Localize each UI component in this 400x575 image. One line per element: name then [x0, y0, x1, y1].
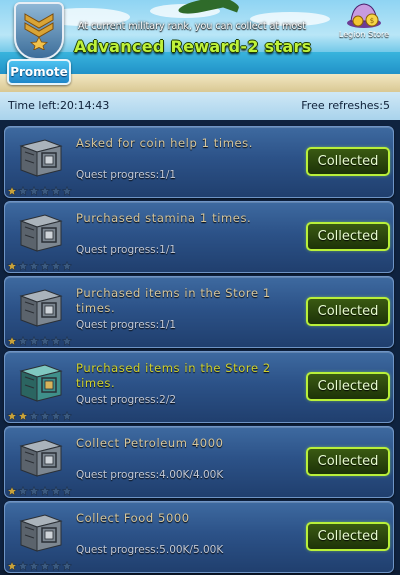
- legion-store-button[interactable]: $ Legion Store: [333, 0, 395, 44]
- star-rating: [7, 481, 73, 496]
- promote-button[interactable]: Promote: [7, 59, 71, 85]
- quest-card: Asked for coin help 1 times. Quest progr…: [4, 126, 394, 198]
- quest-card: Purchased items in the Store 1 times. Qu…: [4, 276, 394, 348]
- star-rating: [7, 556, 73, 571]
- svg-text:$: $: [370, 17, 374, 25]
- collected-button[interactable]: Collected: [306, 222, 390, 251]
- teal-crate-icon: [15, 361, 65, 405]
- star-empty-icon: [18, 261, 28, 271]
- star-empty-icon: [18, 486, 28, 496]
- legion-store-icon: $: [347, 3, 381, 28]
- star-empty-icon: [62, 411, 72, 421]
- star-empty-icon: [29, 186, 39, 196]
- star-empty-icon: [51, 486, 61, 496]
- quest-progress: Quest progress:2/2: [76, 394, 177, 406]
- star-empty-icon: [51, 411, 61, 421]
- star-empty-icon: [62, 336, 72, 346]
- header-banner: Promote At current military rank, you ca…: [0, 0, 400, 92]
- time-left: Time left:20:14:43: [8, 99, 110, 112]
- star-empty-icon: [62, 186, 72, 196]
- collected-button[interactable]: Collected: [306, 372, 390, 401]
- star-empty-icon: [18, 186, 28, 196]
- star-rating: [7, 256, 73, 271]
- gray-crate-icon: [15, 211, 65, 255]
- gray-crate-icon: [15, 136, 65, 180]
- star-empty-icon: [29, 336, 39, 346]
- star-empty-icon: [29, 411, 39, 421]
- quest-list[interactable]: Asked for coin help 1 times. Quest progr…: [0, 120, 400, 573]
- quest-progress: Quest progress:1/1: [76, 244, 177, 256]
- quest-title: Collect Petroleum 4000: [76, 436, 224, 450]
- gray-crate-icon: [15, 286, 65, 330]
- gray-crate-icon: [15, 436, 65, 480]
- quest-progress: Quest progress:1/1: [76, 169, 177, 181]
- reward-title: Advanced Reward-2 stars: [74, 37, 312, 56]
- legion-store-label: Legion Store: [338, 30, 390, 39]
- collected-button[interactable]: Collected: [306, 147, 390, 176]
- free-refreshes: Free refreshes:5: [301, 99, 390, 112]
- star-filled-icon: [7, 186, 17, 196]
- quest-card: Collect Food 5000 Quest progress:5.00K/5…: [4, 501, 394, 573]
- star-empty-icon: [40, 261, 50, 271]
- quest-title: Purchased items in the Store 2 times.: [76, 361, 271, 390]
- info-bar: Time left:20:14:43 Free refreshes:5: [0, 92, 400, 120]
- star-empty-icon: [62, 486, 72, 496]
- quest-title: Purchased items in the Store 1 times.: [76, 286, 271, 315]
- star-empty-icon: [40, 411, 50, 421]
- star-rating: [7, 181, 73, 196]
- star-filled-icon: [7, 411, 17, 421]
- star-filled-icon: [18, 411, 28, 421]
- star-rating: [7, 331, 73, 346]
- quest-title: Purchased stamina 1 times.: [76, 211, 252, 225]
- star-empty-icon: [40, 486, 50, 496]
- star-filled-icon: [7, 336, 17, 346]
- star-empty-icon: [40, 336, 50, 346]
- quest-progress: Quest progress:4.00K/4.00K: [76, 469, 224, 481]
- star-filled-icon: [7, 261, 17, 271]
- quest-card: Purchased items in the Store 2 times. Qu…: [4, 351, 394, 423]
- rank-notice: At current military rank, you can collec…: [78, 21, 306, 32]
- quest-title: Asked for coin help 1 times.: [76, 136, 254, 150]
- collected-button[interactable]: Collected: [306, 297, 390, 326]
- star-empty-icon: [51, 261, 61, 271]
- rank-badge-icon[interactable]: [14, 2, 64, 60]
- star-empty-icon: [29, 486, 39, 496]
- star-empty-icon: [40, 186, 50, 196]
- gray-crate-icon: [15, 511, 65, 555]
- star-empty-icon: [62, 261, 72, 271]
- collected-button[interactable]: Collected: [306, 447, 390, 476]
- star-empty-icon: [51, 186, 61, 196]
- quest-card: Purchased stamina 1 times. Quest progres…: [4, 201, 394, 273]
- quest-progress: Quest progress:1/1: [76, 319, 177, 331]
- star-filled-icon: [7, 486, 17, 496]
- star-empty-icon: [18, 336, 28, 346]
- star-rating: [7, 406, 73, 421]
- star-empty-icon: [29, 261, 39, 271]
- collected-button[interactable]: Collected: [306, 522, 390, 551]
- star-empty-icon: [51, 336, 61, 346]
- quest-card: Collect Petroleum 4000 Quest progress:4.…: [4, 426, 394, 498]
- quest-title: Collect Food 5000: [76, 511, 190, 525]
- quest-progress: Quest progress:5.00K/5.00K: [76, 544, 224, 556]
